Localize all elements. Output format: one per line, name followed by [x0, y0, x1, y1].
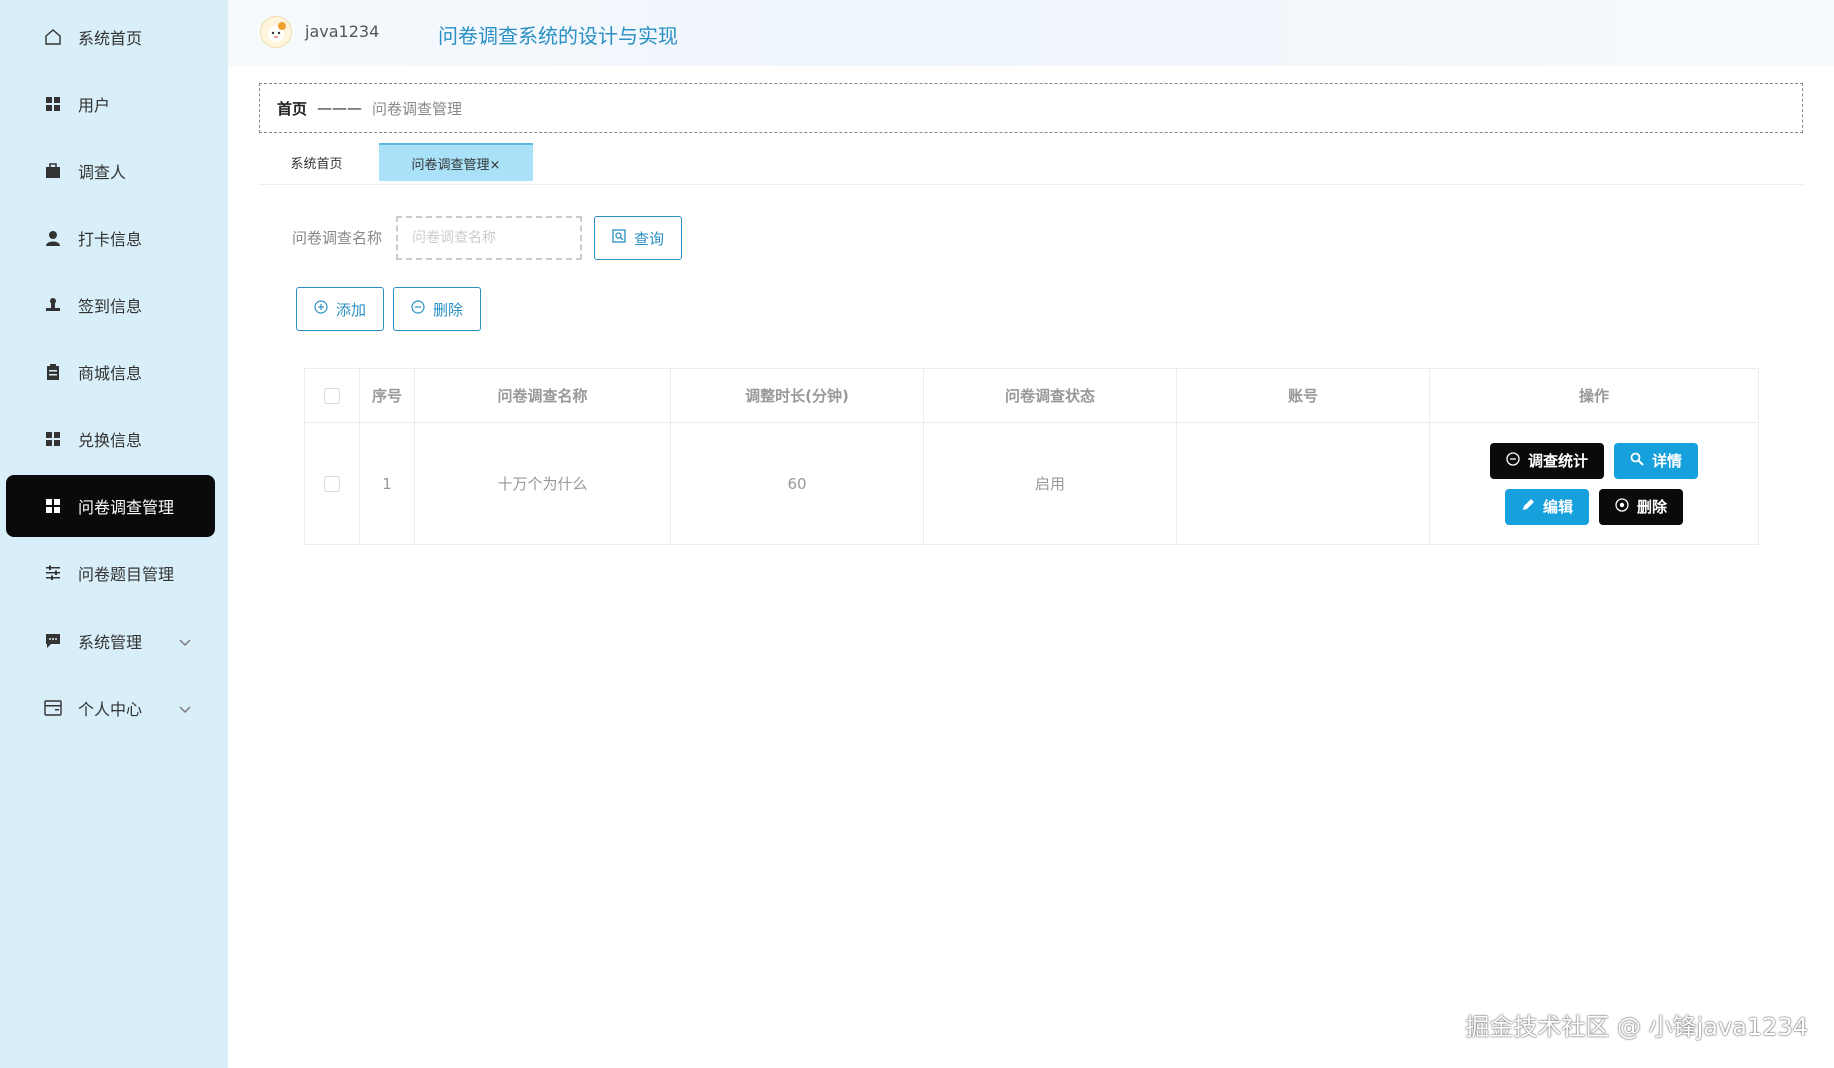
- sliders-icon: [42, 562, 64, 584]
- tab-survey-management[interactable]: 问卷调查管理×: [379, 143, 533, 181]
- chevron-down-icon: [179, 632, 191, 651]
- sidebar-item-users[interactable]: 用户: [6, 73, 215, 135]
- row-select-cell: [304, 422, 360, 545]
- circle-dot-icon: [1615, 497, 1629, 516]
- search-label: 问卷调查名称: [292, 229, 383, 247]
- sidebar: 系统首页 用户 调查人 打卡信息 签到信息 商城信息 兑换信息 问卷调查管理 问…: [0, 0, 228, 1068]
- cell-index: 1: [359, 422, 415, 545]
- breadcrumb-separator: ———: [317, 99, 363, 117]
- sidebar-item-survey-management[interactable]: 问卷调查管理: [6, 475, 215, 537]
- sidebar-item-label: 用户: [78, 96, 111, 115]
- select-all-cell: [304, 368, 360, 423]
- avatar[interactable]: [260, 16, 292, 48]
- breadcrumb-home[interactable]: 首页: [277, 98, 307, 119]
- sidebar-item-label: 问卷调查管理: [78, 498, 175, 517]
- tab-home[interactable]: 系统首页: [259, 143, 374, 181]
- sidebar-item-checkin-info[interactable]: 打卡信息: [6, 207, 215, 269]
- search-icon: [1630, 452, 1644, 470]
- cell-duration: 60: [670, 422, 924, 545]
- edit-button-label: 编辑: [1542, 498, 1573, 516]
- delete-button[interactable]: 删除: [1599, 488, 1684, 525]
- sidebar-item-label: 兑换信息: [78, 431, 143, 450]
- grid-icon: [42, 428, 64, 450]
- top-header: java1234 问卷调查系统的设计与实现: [228, 0, 1834, 66]
- system-title: 问卷调查系统的设计与实现: [438, 24, 678, 48]
- sidebar-item-home[interactable]: 系统首页: [6, 6, 215, 68]
- card-icon: [42, 697, 64, 719]
- stamp-icon: [42, 294, 64, 316]
- briefcase-icon: [42, 160, 64, 182]
- sidebar-item-system-management[interactable]: 系统管理: [6, 610, 215, 672]
- grid-icon: [42, 93, 64, 115]
- sidebar-item-label: 问卷题目管理: [78, 565, 175, 584]
- column-header: 调整时长(分钟): [670, 368, 924, 423]
- delete-row-button-label: 删除: [1637, 498, 1668, 516]
- sidebar-item-mall-info[interactable]: 商城信息: [6, 341, 215, 403]
- home-icon: [42, 26, 64, 48]
- sidebar-item-signin-info[interactable]: 签到信息: [6, 274, 215, 336]
- plus-circle-icon: [314, 300, 328, 318]
- sidebar-item-label: 系统管理: [78, 633, 143, 652]
- sidebar-item-label: 个人中心: [78, 700, 143, 719]
- column-header: 序号: [359, 368, 415, 423]
- breadcrumb: 首页 ——— 问卷调查管理: [259, 83, 1803, 133]
- delete-button-label: 删除: [432, 300, 463, 319]
- edit-button[interactable]: 编辑: [1504, 488, 1589, 525]
- detail-button[interactable]: 详情: [1614, 442, 1699, 479]
- user-icon: [42, 227, 64, 249]
- table-header-row: 序号 问卷调查名称 调整时长(分钟) 问卷调查状态 账号 操作: [304, 368, 1759, 423]
- clipboard-icon: [42, 361, 64, 383]
- table-row: 1 十万个为什么 60 启用 调查统计 详情 编辑 删除: [304, 422, 1759, 545]
- stats-button[interactable]: 调查统计: [1489, 442, 1604, 479]
- query-button-label: 查询: [633, 229, 664, 248]
- sidebar-item-surveyor[interactable]: 调查人: [6, 140, 215, 202]
- chevron-down-icon: [179, 699, 191, 718]
- search-icon: [612, 229, 626, 247]
- column-header: 操作: [1429, 368, 1759, 423]
- sidebar-item-label: 商城信息: [78, 364, 143, 383]
- add-button-label: 添加: [335, 300, 366, 319]
- column-header: 账号: [1176, 368, 1430, 423]
- sidebar-item-label: 签到信息: [78, 297, 143, 316]
- grid-icon: [42, 495, 64, 517]
- add-button[interactable]: 添加: [296, 287, 384, 331]
- minus-circle-icon: [411, 300, 425, 318]
- sidebar-item-label: 调查人: [78, 163, 127, 182]
- minus-circle-icon: [1506, 451, 1520, 470]
- select-all-checkbox[interactable]: [324, 388, 340, 404]
- cell-survey-name: 十万个为什么: [414, 422, 671, 545]
- pencil-icon: [1521, 498, 1535, 516]
- username[interactable]: java1234: [305, 22, 379, 41]
- chat-icon: [42, 630, 64, 652]
- sidebar-item-exchange-info[interactable]: 兑换信息: [6, 408, 215, 470]
- survey-table: 序号 问卷调查名称 调整时长(分钟) 问卷调查状态 账号 操作 1 十万个为什么…: [304, 368, 1759, 545]
- watermark: 掘金技术社区 @ 小锋java1234: [1465, 1013, 1808, 1041]
- search-input[interactable]: [396, 216, 582, 260]
- detail-button-label: 详情: [1652, 452, 1683, 470]
- cell-status: 启用: [923, 422, 1177, 545]
- sidebar-item-label: 系统首页: [78, 29, 143, 48]
- query-button[interactable]: 查询: [594, 216, 682, 260]
- cell-operations: 调查统计 详情 编辑 删除: [1429, 422, 1759, 545]
- sidebar-item-question-management[interactable]: 问卷题目管理: [6, 542, 215, 604]
- column-header: 问卷调查状态: [923, 368, 1177, 423]
- sidebar-item-personal-center[interactable]: 个人中心: [6, 677, 215, 739]
- breadcrumb-current: 问卷调查管理: [372, 99, 463, 118]
- row-checkbox[interactable]: [324, 476, 340, 492]
- stats-button-label: 调查统计: [1527, 452, 1588, 470]
- batch-delete-button[interactable]: 删除: [393, 287, 481, 331]
- column-header: 问卷调查名称: [414, 368, 671, 423]
- tab-bar: 系统首页 问卷调查管理×: [259, 143, 1803, 185]
- cell-account: [1176, 422, 1430, 545]
- sidebar-item-label: 打卡信息: [78, 230, 143, 249]
